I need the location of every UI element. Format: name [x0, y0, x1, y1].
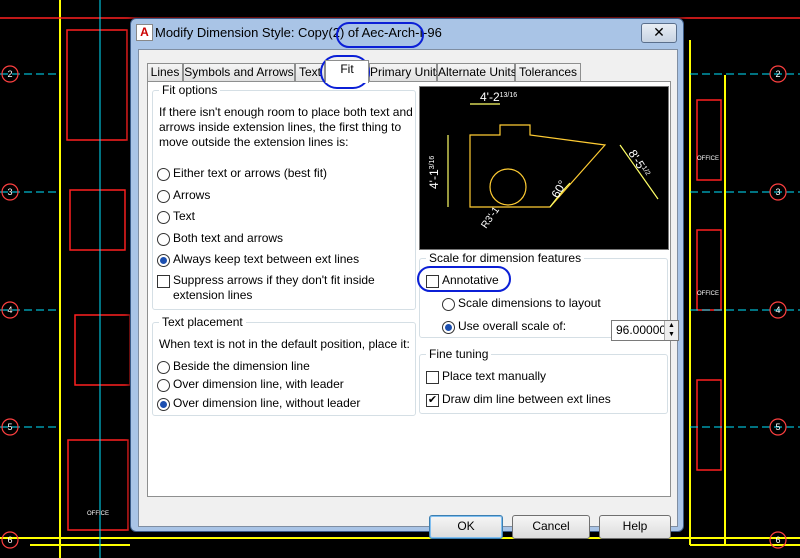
suppress-arrows-label-1[interactable]: Suppress arrows if they don't fit inside [173, 273, 375, 288]
radio-over-without-leader-label[interactable]: Over dimension line, without leader [173, 396, 360, 411]
annotative-label[interactable]: Annotative [442, 273, 499, 288]
close-icon: ✕ [653, 24, 665, 40]
text-placement-title: Text placement [159, 315, 246, 329]
scale-to-layout-label[interactable]: Scale dimensions to layout [458, 296, 601, 311]
modify-dimension-style-dialog: A Modify Dimension Style: Copy(2) of Aec… [130, 18, 684, 539]
office-label-1: OFFICE [697, 156, 719, 162]
preview-angle-dim: 60° [548, 178, 569, 201]
preview-top-dim: 4'-213/16 [480, 90, 517, 104]
radio-beside-dim-line[interactable] [157, 361, 170, 374]
window-title: Modify Dimension Style: Copy(2) of Aec-A… [155, 25, 442, 40]
grid-label-3-right: 3 [775, 187, 780, 197]
radio-arrows-label[interactable]: Arrows [173, 188, 210, 203]
fine-tuning-group: Fine tuning Place text manually ✔ Draw d… [419, 347, 668, 414]
tab-text[interactable]: Text [295, 63, 325, 81]
fit-tab-panel: Fit options If there isn't enough room t… [147, 81, 679, 497]
annotative-checkbox[interactable] [426, 275, 439, 288]
office-label-3: OFFICE [87, 511, 109, 517]
grid-label-6: 6 [7, 535, 12, 545]
overall-scale-label[interactable]: Use overall scale of: [458, 319, 566, 334]
grid-label-3: 3 [7, 187, 12, 197]
radio-beside-label[interactable]: Beside the dimension line [173, 359, 310, 374]
preview-right-dim: 8'-51/2 [625, 147, 652, 179]
stepper-down-icon[interactable]: ▼ [668, 331, 675, 338]
preview-left-dim: 4'-13/16 [427, 156, 441, 189]
draw-dim-line-checkbox[interactable]: ✔ [426, 394, 439, 407]
grid-label-5-right: 5 [775, 422, 780, 432]
place-text-manually-label[interactable]: Place text manually [442, 369, 546, 384]
radio-arrows[interactable] [157, 190, 170, 203]
tab-primary-units[interactable]: Primary Units [369, 63, 442, 81]
cancel-button[interactable]: Cancel [512, 515, 590, 539]
radio-both-text-and-arrows[interactable] [157, 233, 170, 246]
suppress-arrows-label-2[interactable]: extension lines [173, 288, 252, 303]
grid-label-6-right: 6 [775, 535, 780, 545]
scale-title: Scale for dimension features [426, 251, 585, 265]
text-placement-group: Text placement When text is not in the d… [152, 315, 416, 416]
help-button[interactable]: Help [599, 515, 671, 539]
office-label-2: OFFICE [697, 291, 719, 297]
text-placement-description: When text is not in the default position… [159, 337, 410, 351]
stepper-up-icon[interactable]: ▲ [668, 322, 675, 329]
grid-label-4: 4 [7, 305, 12, 315]
grid-label-2-right: 2 [775, 69, 780, 79]
radio-over-with-leader-label[interactable]: Over dimension line, with leader [173, 377, 344, 392]
window-title-prefix: Modify Dimension Style: Copy(2) of [155, 25, 362, 40]
stepper-arrows[interactable]: ▲ ▼ [664, 321, 678, 340]
dimension-preview: 4'-213/16 4'-13/16 8'-51/2 60° R3'-1 [419, 86, 669, 250]
radio-text[interactable] [157, 211, 170, 224]
ok-button[interactable]: OK [429, 515, 503, 539]
tab-fit[interactable]: Fit [325, 60, 369, 83]
preview-outline [469, 124, 607, 208]
fit-description-line-2: arrows inside extension lines, the first… [159, 120, 402, 134]
autocad-app-icon: A [136, 24, 153, 41]
overall-scale-stepper[interactable]: 96.00000 ▲ ▼ [611, 320, 679, 341]
place-text-manually-checkbox[interactable] [426, 371, 439, 384]
tab-tolerances[interactable]: Tolerances [515, 63, 581, 81]
fit-options-group: Fit options If there isn't enough room t… [152, 83, 416, 310]
draw-dim-line-label[interactable]: Draw dim line between ext lines [442, 392, 611, 407]
tab-lines[interactable]: Lines [147, 63, 183, 81]
suppress-arrows-checkbox[interactable] [157, 275, 170, 288]
grid-label-5: 5 [7, 422, 12, 432]
preview-drawing: 4'-213/16 4'-13/16 8'-51/2 60° R3'-1 [427, 90, 659, 231]
radio-text-label[interactable]: Text [173, 209, 195, 224]
radio-always-keep-text[interactable] [157, 254, 170, 267]
preview-radius-dim: R3'-1 [479, 205, 502, 231]
fit-description-line-3: move outside the extension lines is: [159, 135, 349, 149]
fine-tuning-title: Fine tuning [426, 347, 492, 361]
preview-circle [489, 168, 527, 206]
dialog-client-area: Lines Symbols and Arrows Text Fit Primar… [138, 49, 679, 539]
fit-options-title: Fit options [159, 83, 221, 97]
fit-description-line-1: If there isn't enough room to place both… [159, 105, 413, 119]
window-title-style: Aec-Arch-I-96 [361, 25, 442, 40]
radio-both-label[interactable]: Both text and arrows [173, 231, 283, 246]
checkmark-icon: ✔ [427, 394, 438, 406]
radio-over-with-leader[interactable] [157, 379, 170, 392]
radio-always-keep-label[interactable]: Always keep text between ext lines [173, 252, 359, 267]
radio-best-fit[interactable] [157, 168, 170, 181]
radio-over-without-leader[interactable] [157, 398, 170, 411]
grid-label-4-right: 4 [775, 305, 780, 315]
close-button[interactable]: ✕ [641, 23, 677, 43]
radio-scale-to-layout[interactable] [442, 298, 455, 311]
overall-scale-value[interactable]: 96.00000 [616, 323, 666, 337]
radio-overall-scale[interactable] [442, 321, 455, 334]
tab-symbols-and-arrows[interactable]: Symbols and Arrows [183, 63, 295, 81]
title-bar[interactable]: A Modify Dimension Style: Copy(2) of Aec… [131, 19, 683, 47]
tab-alternate-units[interactable]: Alternate Units [437, 63, 517, 81]
grid-label-2: 2 [7, 69, 12, 79]
radio-best-fit-label[interactable]: Either text or arrows (best fit) [173, 166, 327, 181]
